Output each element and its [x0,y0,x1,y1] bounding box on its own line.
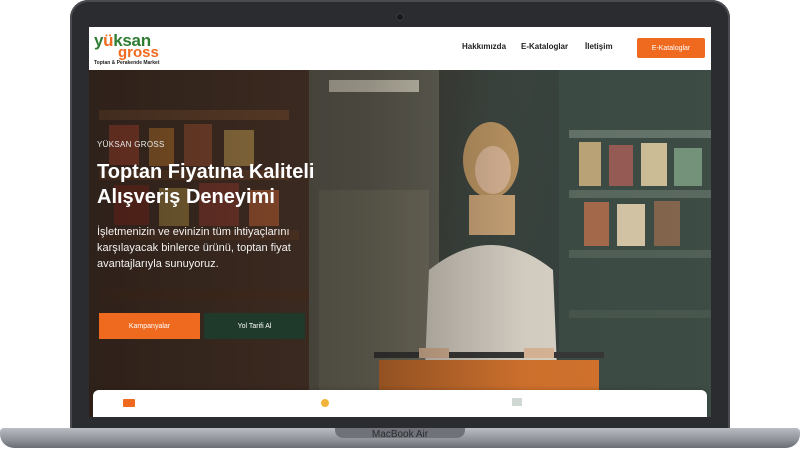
logo-tagline: Toptan & Perakende Market [94,60,160,66]
feature-strip [93,390,707,417]
hero-headline-line-2: Alışveriş Deneyimi [97,186,275,208]
price-tag-icon [512,398,522,406]
hero-section: YÜKSAN GROSS Toptan Fiyatına Kaliteli Al… [89,70,711,417]
hero-eyebrow: YÜKSAN GROSS [97,140,165,149]
nav-contact[interactable]: İletişim [585,42,613,51]
catalogs-button[interactable]: E-Kataloglar [637,38,705,58]
browser-screen: yüksan gross Toptan & Perakende Market H… [89,27,711,417]
hero-headline: Toptan Fiyatına Kaliteli Alışveriş Deney… [97,160,397,210]
directions-button[interactable]: Yol Tarifi Al [204,313,305,339]
shopping-bag-icon [123,399,135,407]
site-logo[interactable]: yüksan gross Toptan & Perakende Market [94,32,174,66]
campaigns-button[interactable]: Kampanyalar [99,313,200,339]
nav-about[interactable]: Hakkımızda [462,42,506,51]
hero-headline-line-1: Toptan Fiyatına Kaliteli [97,161,315,183]
fruit-icon [321,399,329,407]
site-header: yüksan gross Toptan & Perakende Market H… [89,27,711,70]
nav-catalogs[interactable]: E-Kataloglar [521,42,568,51]
hero-subtext: İşletmenizin ve evinizin tüm ihtiyaçları… [97,226,291,270]
camera-icon [397,14,403,20]
device-label: MacBook Air [371,429,429,440]
